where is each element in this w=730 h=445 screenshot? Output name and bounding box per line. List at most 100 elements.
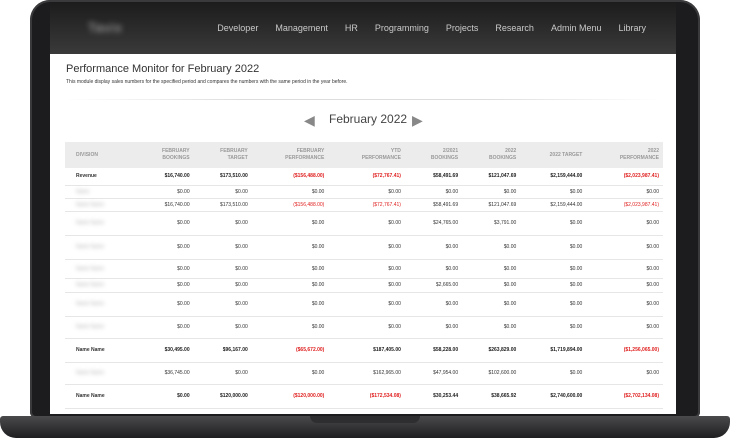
value-cell: $1,719,894.00 — [520, 338, 587, 363]
value-cell: $2,159,444.00 — [520, 168, 587, 186]
value-cell: $0.00 — [520, 278, 587, 293]
value-cell: $24,765.00 — [404, 211, 463, 236]
value-cell: $0.00 — [193, 211, 252, 236]
value-cell: $0.00 — [193, 278, 252, 293]
value-cell: $0.00 — [586, 362, 663, 385]
column-header: 2022 PERFORMANCE — [586, 142, 663, 168]
value-cell: $0.00 — [251, 211, 329, 236]
nav-item-developer[interactable]: Developer — [217, 23, 258, 33]
value-cell: $120,000.00 — [193, 384, 252, 409]
value-cell: $173,510.00 — [193, 168, 252, 186]
division-cell: Name Name — [65, 362, 136, 385]
value-cell: $0.00 — [520, 292, 587, 317]
brand-logo[interactable]: Tavix — [88, 20, 123, 35]
table-row: Name Name $30,495.00 $96,167.00 ($65,672.00… — [65, 338, 663, 363]
column-header: FEBRUARY PERFORMANCE — [251, 142, 329, 168]
value-cell: $0.00 — [462, 235, 521, 260]
value-cell: $0.00 — [462, 259, 521, 279]
value-cell: $0.00 — [251, 362, 329, 385]
value-cell: ($120,000.00) — [251, 384, 329, 409]
value-cell: $162,965.00 — [328, 362, 405, 385]
app-screen: Tavix Developer Management HR Programming Pr… — [50, 2, 676, 414]
division-cell: Name Name — [65, 259, 136, 279]
value-cell: $121,047.69 — [462, 198, 521, 212]
value-cell: $0.00 — [586, 259, 663, 279]
column-header: FEBRUARY BOOKINGS — [135, 142, 194, 168]
value-cell: $58,491.69 — [404, 168, 463, 186]
division-cell: Name Name — [65, 338, 136, 363]
value-cell: $96,167.00 — [193, 338, 252, 363]
value-cell: $0.00 — [328, 259, 405, 279]
value-cell: $0.00 — [135, 278, 194, 293]
value-cell: ($172,534.08) — [328, 384, 405, 409]
column-header: YTD PERFORMANCE — [328, 142, 405, 168]
value-cell: $0.00 — [135, 316, 194, 339]
value-cell: $0.00 — [586, 211, 663, 236]
value-cell: $0.00 — [193, 362, 252, 385]
value-cell: $102,600.00 — [462, 362, 521, 385]
value-cell: $0.00 — [586, 292, 663, 317]
value-cell: $0.00 — [462, 278, 521, 293]
column-header: 2022 BOOKINGS — [462, 142, 521, 168]
laptop-frame: Tavix Developer Management HR Programming Pr… — [0, 0, 730, 445]
value-cell: ($65,672.00) — [251, 338, 329, 363]
division-cell: Name Name — [65, 316, 136, 339]
value-cell: $0.00 — [251, 292, 329, 317]
value-cell: $0.00 — [251, 259, 329, 279]
division-cell: Name Name — [65, 198, 136, 212]
value-cell: $263,829.00 — [462, 338, 521, 363]
value-cell: $0.00 — [251, 185, 329, 199]
value-cell: $0.00 — [328, 235, 405, 260]
value-cell: $0.00 — [193, 259, 252, 279]
value-cell: $121,047.69 — [462, 168, 521, 186]
value-cell: $16,740.00 — [135, 198, 194, 212]
column-header: 2/2021 BOOKINGS — [404, 142, 463, 168]
division-cell: Name — [65, 185, 136, 199]
column-header: FEBRUARY TARGET — [193, 142, 252, 168]
value-cell: $173,510.00 — [193, 198, 252, 212]
laptop-notch — [310, 416, 420, 423]
nav-item-hr[interactable]: HR — [345, 23, 358, 33]
value-cell: $0.00 — [462, 292, 521, 317]
value-cell: $0.00 — [520, 211, 587, 236]
value-cell: $0.00 — [404, 235, 463, 260]
division-cell: Name Name — [65, 211, 136, 236]
value-cell: $47,954.00 — [404, 362, 463, 385]
table-row: Name Name $16,740.00 $173,510.00 ($156,488.… — [65, 198, 663, 212]
value-cell: $58,491.69 — [404, 198, 463, 212]
value-cell: $0.00 — [135, 292, 194, 317]
value-cell: $0.00 — [462, 185, 521, 199]
value-cell: ($2,023,987.41) — [586, 198, 663, 212]
nav-item-admin-menu[interactable]: Admin Menu — [551, 23, 602, 33]
value-cell: $2,740,600.00 — [520, 384, 587, 409]
value-cell: $0.00 — [193, 185, 252, 199]
table-row: Revenue $16,740.00 $173,510.00 ($156,488.00… — [65, 168, 663, 186]
nav-item-projects[interactable]: Projects — [446, 23, 479, 33]
value-cell: $0.00 — [586, 278, 663, 293]
value-cell: $0.00 — [586, 235, 663, 260]
value-cell: $0.00 — [328, 185, 405, 199]
nav-item-programming[interactable]: Programming — [375, 23, 429, 33]
top-navbar: Tavix Developer Management HR Programming Pr… — [50, 2, 676, 54]
value-cell: $30,253.44 — [404, 384, 463, 409]
value-cell: $0.00 — [193, 235, 252, 260]
nav-item-library[interactable]: Library — [618, 23, 646, 33]
value-cell: $16,740.00 — [135, 168, 194, 186]
value-cell: $0.00 — [328, 278, 405, 293]
value-cell: $30,495.00 — [135, 338, 194, 363]
value-cell: $0.00 — [404, 259, 463, 279]
table-row: Name Name $0.00 $0.00 $0.00 $0.00 $24,765.00 $… — [65, 211, 663, 236]
value-cell: $0.00 — [404, 292, 463, 317]
previous-month-arrow-icon[interactable]: ◀ — [304, 112, 315, 129]
value-cell: $0.00 — [586, 316, 663, 339]
value-cell: $0.00 — [193, 316, 252, 339]
table-body: Revenue $16,740.00 $173,510.00 ($156,488.00… — [65, 168, 663, 409]
value-cell: $2,665.00 — [404, 278, 463, 293]
table-row: Name Name $0.00 $0.00 $0.00 $0.00 $0.00 $0.00 $… — [65, 316, 663, 339]
value-cell: $0.00 — [135, 384, 194, 409]
next-month-arrow-icon[interactable]: ▶ — [412, 112, 423, 129]
nav-item-management[interactable]: Management — [275, 23, 328, 33]
nav-item-research[interactable]: Research — [495, 23, 534, 33]
value-cell: ($1,256,065.00) — [586, 338, 663, 363]
value-cell: $0.00 — [251, 278, 329, 293]
